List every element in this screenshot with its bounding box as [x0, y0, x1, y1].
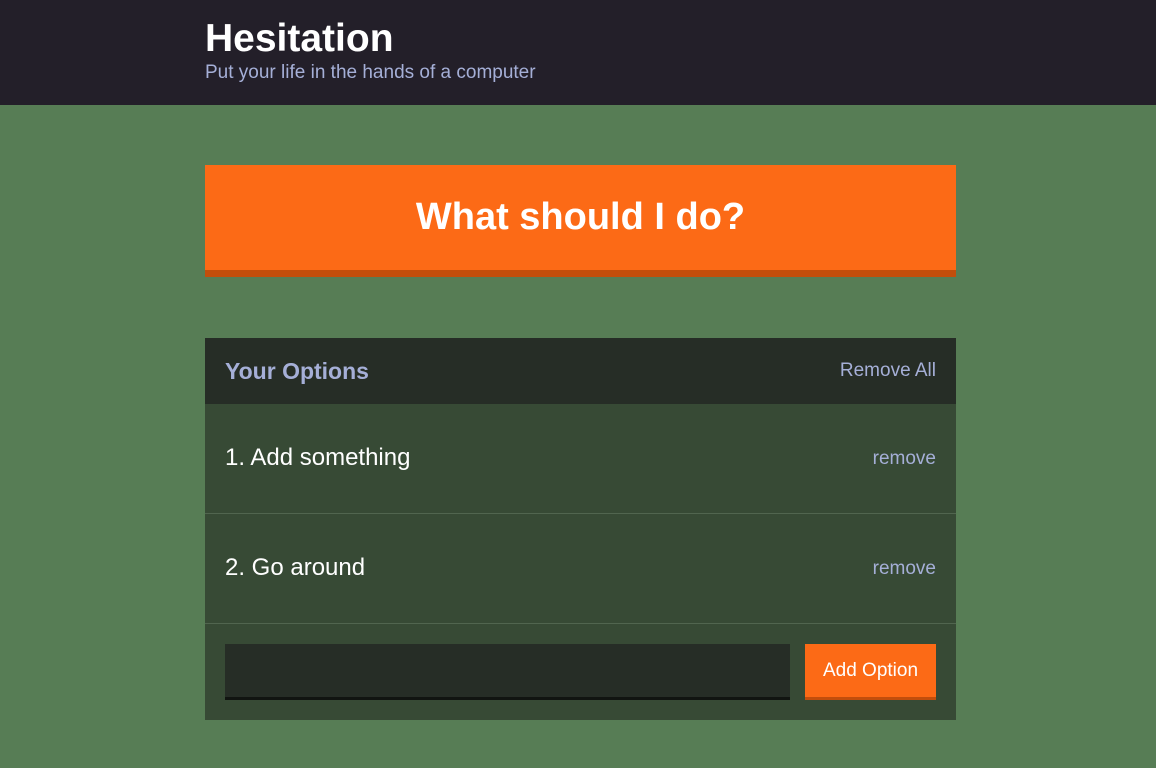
option-text: 2. Go around	[225, 554, 366, 581]
option-item: 2. Go around remove	[205, 514, 956, 624]
options-title: Your Options	[225, 358, 369, 384]
what-should-i-do-button[interactable]: What should I do?	[205, 165, 956, 277]
option-item: 1. Add something remove	[205, 404, 956, 514]
add-option-input[interactable]	[225, 644, 790, 700]
remove-option-button[interactable]: remove	[873, 557, 936, 581]
app-title: Hesitation	[205, 17, 394, 60]
app-subtitle: Put your life in the hands of a computer	[205, 62, 536, 83]
remove-option-button[interactable]: remove	[873, 447, 936, 471]
option-text: 1. Add something	[225, 444, 411, 471]
remove-all-button[interactable]: Remove All	[840, 359, 936, 383]
options-panel: Your Options Remove All 1. Add something…	[205, 338, 956, 720]
app-header: Hesitation Put your life in the hands of…	[0, 0, 1156, 105]
options-header: Your Options Remove All	[205, 338, 956, 404]
add-option-button[interactable]: Add Option	[805, 644, 936, 700]
